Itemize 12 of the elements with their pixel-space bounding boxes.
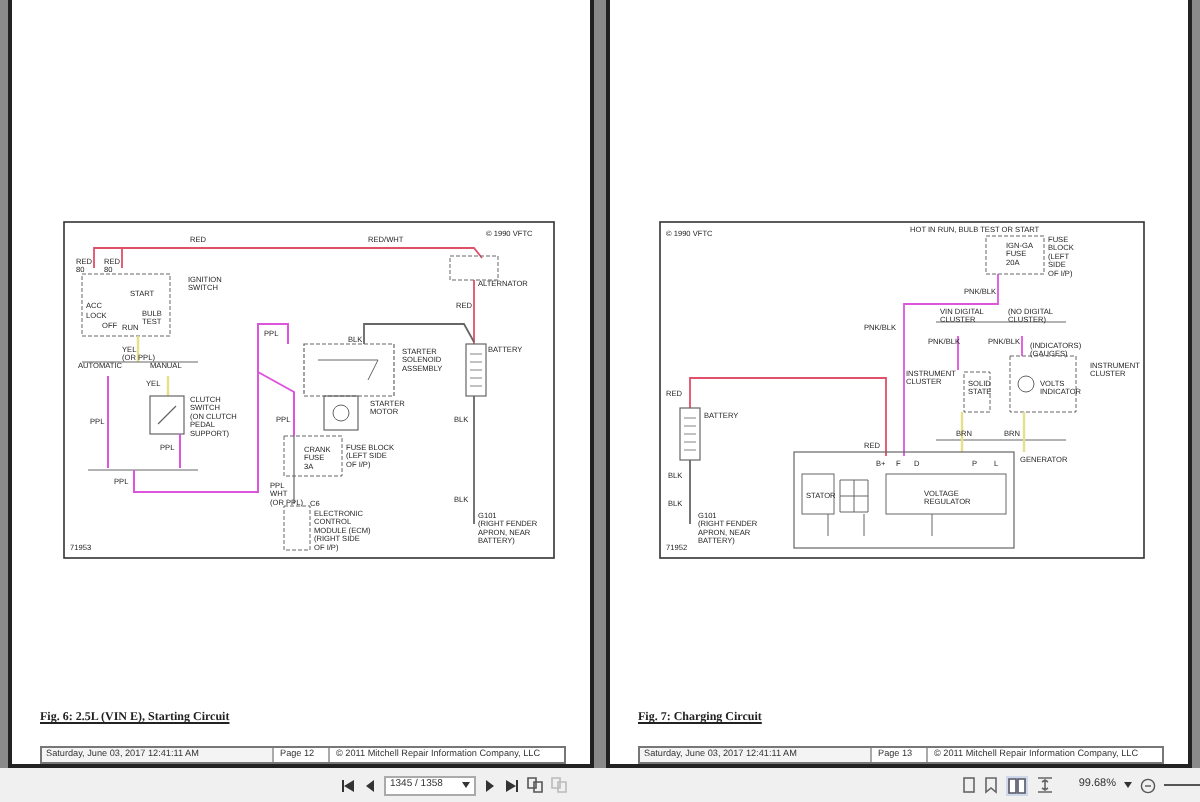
zoom-out-icon[interactable] (1140, 777, 1156, 793)
caret-icon (1124, 782, 1132, 788)
first-page-icon[interactable] (340, 777, 356, 793)
single-page-icon[interactable] (962, 776, 977, 794)
next-page-icon[interactable] (482, 777, 498, 793)
bookmark-icon[interactable] (984, 776, 999, 794)
previous-page-icon[interactable] (362, 777, 378, 793)
caret-icon (462, 782, 470, 788)
pages-icon[interactable] (526, 776, 544, 794)
continuous-scroll-icon[interactable] (1036, 776, 1055, 794)
last-page-icon[interactable] (504, 777, 520, 793)
two-page-icon[interactable] (1006, 775, 1029, 795)
